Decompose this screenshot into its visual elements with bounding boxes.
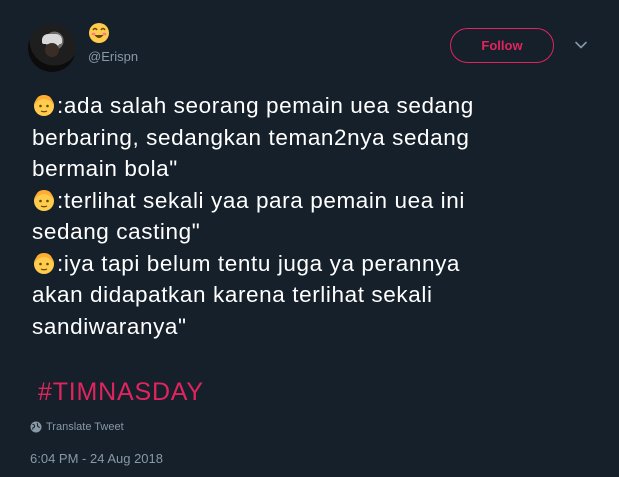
user-handle[interactable]: @Erispn [88,49,138,64]
translate-label: Translate Tweet [46,421,124,433]
avatar-face [45,43,59,57]
hashtag-link[interactable]: #TIMNASDAY [38,378,204,407]
tweet-line: berbaring, sedangkan teman2nya sedang [32,124,470,150]
tweet-line: bermain bola" [32,156,178,181]
tweet-line: sedang casting" [32,219,201,244]
translate-tweet-button[interactable]: Translate Tweet [30,421,124,433]
person-face-icon [34,252,54,274]
chevron-down-icon[interactable] [574,38,588,52]
tweet-line: sandiwaranya" [32,313,187,339]
smiling-face-icon [89,23,109,43]
tweet-line-text: :ada salah seorang pemain uea sedang [57,93,474,118]
tweet-timestamp[interactable]: 6:04 PM - 24 Aug 2018 [30,451,163,466]
avatar[interactable] [28,24,76,72]
person-face-icon [34,189,54,211]
tweet-line: :iya tapi belum tentu juga ya perannya [32,248,592,280]
tweet-line: :terlihat sekali yaa para pemain uea ini [32,185,592,217]
tweet-text: :ada salah seorang pemain uea sedang ber… [32,90,592,342]
follow-button[interactable]: Follow [450,28,554,63]
globe-icon [30,421,42,433]
tweet-line-text: :terlihat sekali yaa para pemain uea ini [57,187,465,213]
person-face-icon [34,95,54,116]
tweet-line: :ada salah seorang pemain uea sedang [32,90,592,122]
tweet-line: akan didapatkan karena terlihat sekali [32,282,433,307]
tweet-header: @Erispn Follow [0,0,619,90]
tweet-line-text: :iya tapi belum tentu juga ya perannya [57,250,461,276]
